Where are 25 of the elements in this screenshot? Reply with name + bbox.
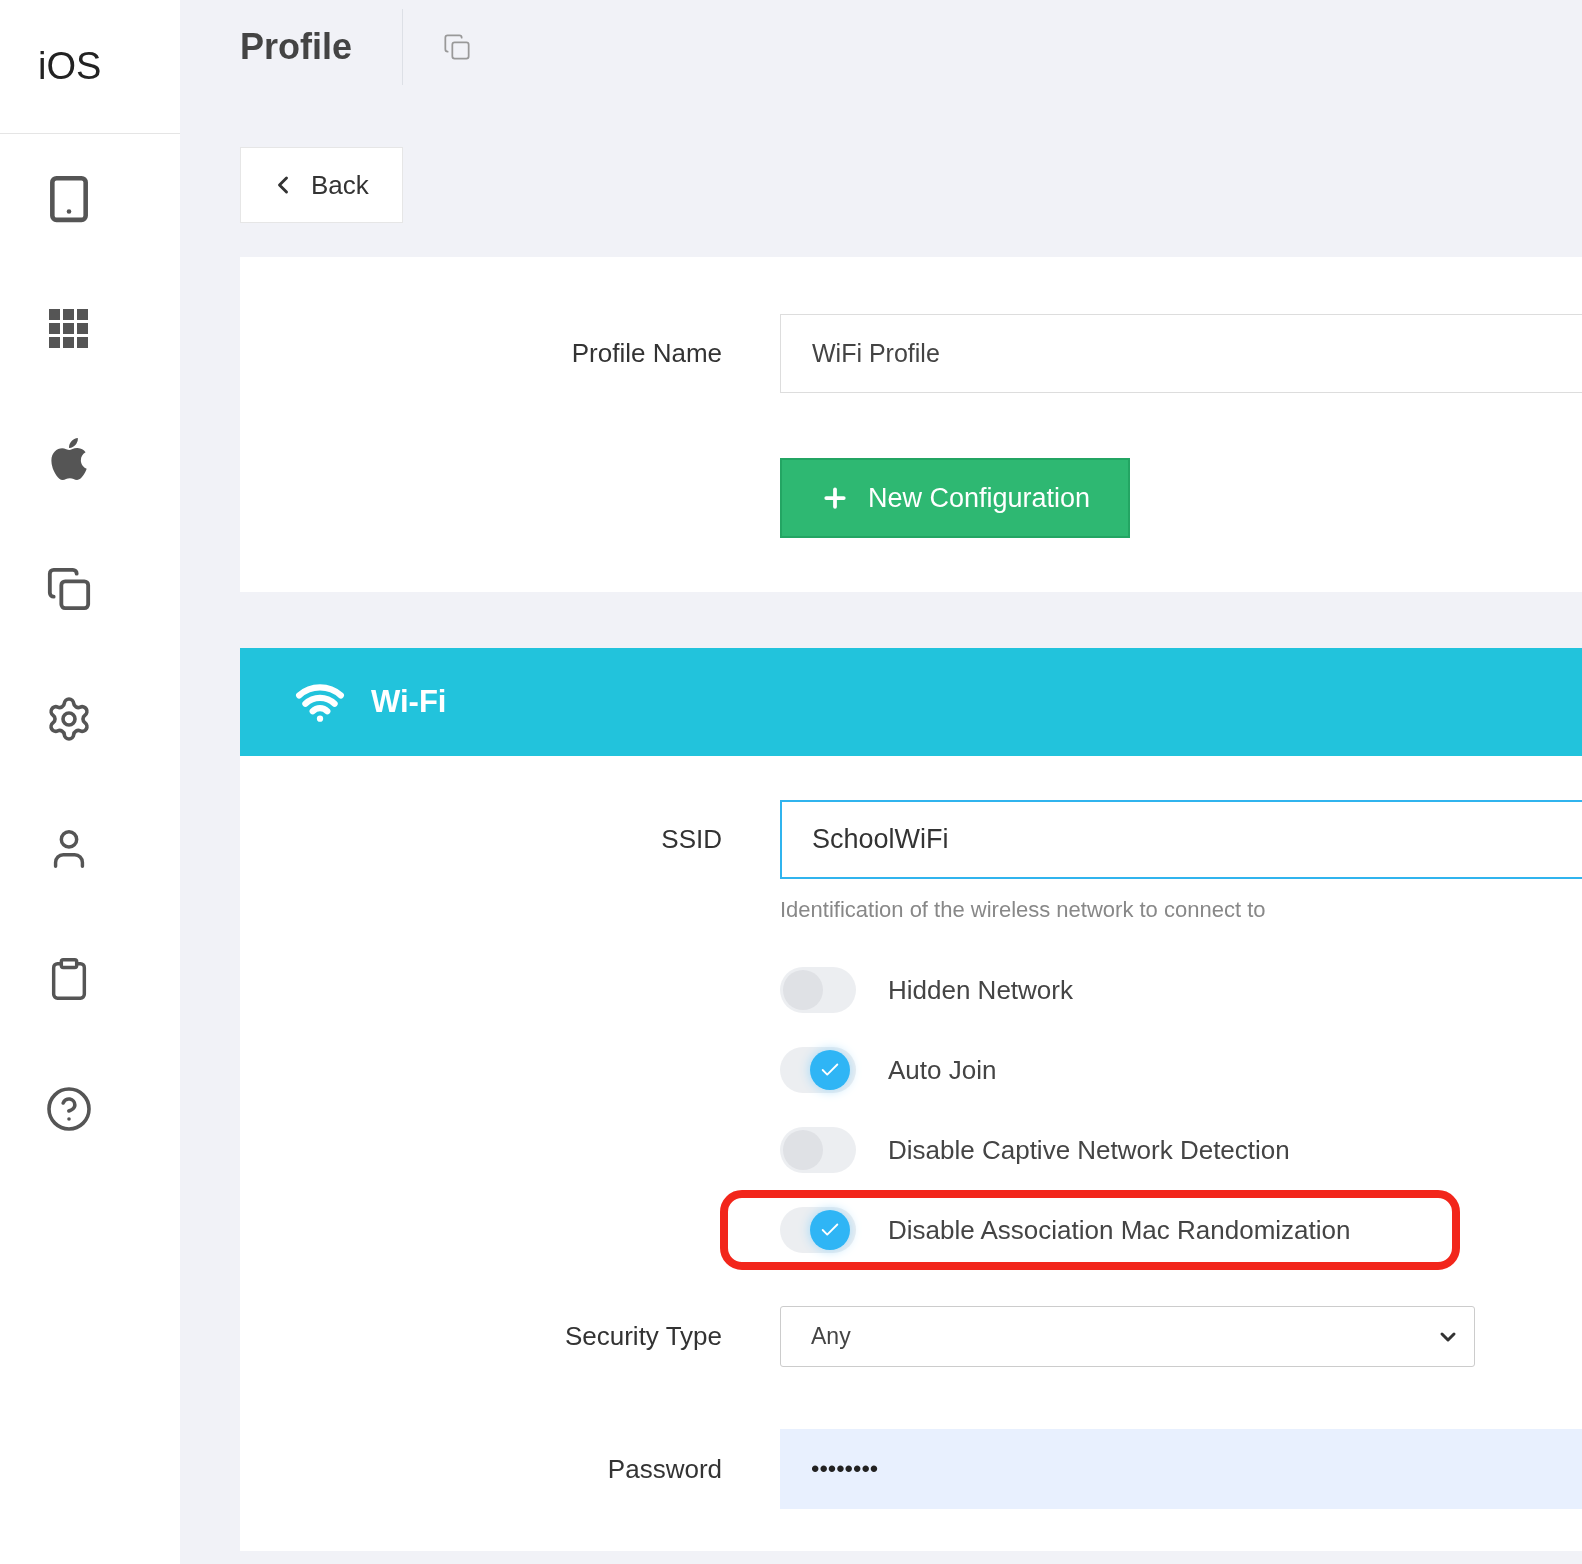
section-title: Wi-Fi bbox=[371, 682, 447, 721]
input-field[interactable]: •••••••• bbox=[780, 1429, 1582, 1509]
field-label: Profile Name bbox=[570, 337, 722, 370]
copy-icon bbox=[46, 566, 92, 612]
field-label: Security Type bbox=[563, 1320, 722, 1353]
grid-icon bbox=[49, 309, 89, 349]
input-field[interactable]: WiFi Profile bbox=[780, 314, 1582, 393]
toggle-switch[interactable] bbox=[780, 1127, 856, 1173]
toggle-label: Hidden Network bbox=[888, 973, 1073, 1007]
page-title: Profile bbox=[240, 25, 354, 69]
field-label: SSID bbox=[660, 823, 722, 856]
toggle-label: Disable Association Mac Randomization bbox=[888, 1213, 1351, 1247]
help-icon bbox=[45, 1085, 93, 1133]
select-field[interactable]: Any bbox=[780, 1306, 1475, 1367]
toggle-switch[interactable] bbox=[780, 1207, 856, 1253]
toggle-switch[interactable] bbox=[780, 967, 856, 1013]
copy-icon[interactable] bbox=[443, 33, 472, 61]
toggle-label: Auto Join bbox=[888, 1053, 997, 1087]
help-text: Identification of the wireless network to connect to bbox=[780, 896, 1267, 924]
field-label: Password bbox=[606, 1452, 722, 1486]
toggle-label: Disable Captive Network Detection bbox=[888, 1133, 1290, 1167]
toggle-switch[interactable] bbox=[780, 1047, 856, 1093]
input-field[interactable]: SchoolWiFi bbox=[780, 800, 1582, 879]
sidebar-title: iOS bbox=[38, 44, 102, 89]
back-button[interactable]: Back bbox=[240, 147, 403, 223]
